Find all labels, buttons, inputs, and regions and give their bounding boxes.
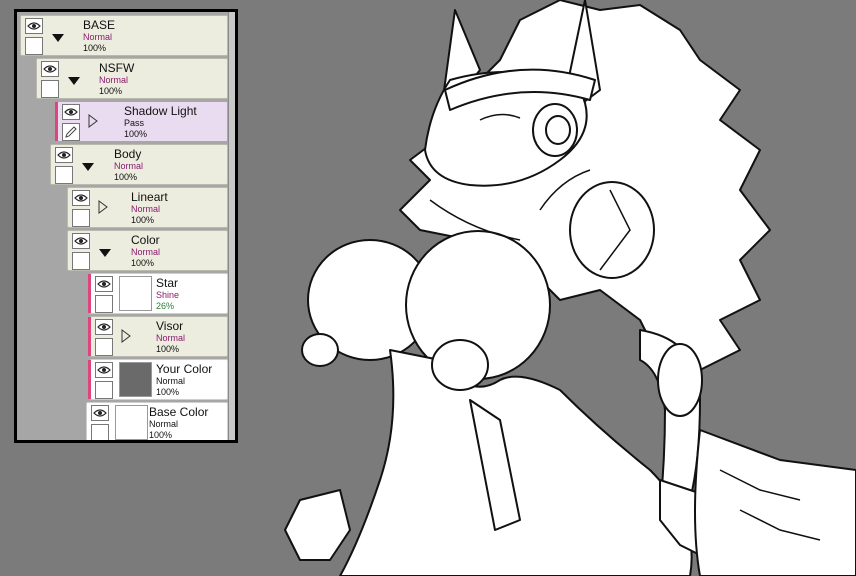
layer-name: Lineart <box>131 190 168 204</box>
triangle-down-icon[interactable] <box>51 30 65 48</box>
group-color-marker <box>88 274 91 313</box>
eye-icon[interactable] <box>72 190 90 206</box>
layer-blend-mode: Normal <box>83 32 113 42</box>
layer-opacity: 100% <box>131 258 155 268</box>
eye-icon[interactable] <box>91 405 109 421</box>
layer-blend-mode: Normal <box>149 419 179 429</box>
layer-name: Shadow Light <box>124 104 197 118</box>
eye-icon[interactable] <box>41 61 59 77</box>
layer-opacity: 100% <box>156 387 180 397</box>
layer-opacity: 100% <box>149 430 173 440</box>
eye-icon[interactable] <box>95 319 113 335</box>
layer-opacity: 100% <box>156 344 180 354</box>
triangle-right-icon[interactable] <box>121 329 131 348</box>
layer-row-2[interactable]: Shadow Light Pass 100% <box>55 101 228 142</box>
layer-name: Star <box>156 276 179 290</box>
layer-opacity: 26% <box>156 301 175 311</box>
layer-thumbnail <box>115 405 148 440</box>
torso-shape <box>339 349 693 576</box>
layer-opacity: 100% <box>114 172 138 182</box>
right-leg <box>694 429 856 576</box>
layer-opacity: 100% <box>124 129 148 139</box>
layer-name: BASE <box>83 18 116 32</box>
group-color-marker <box>88 360 91 399</box>
triangle-right-icon[interactable] <box>98 200 108 219</box>
layer-lock-box[interactable] <box>91 424 109 440</box>
layer-lock-box[interactable] <box>72 209 90 227</box>
triangle-down-icon[interactable] <box>67 73 81 91</box>
layer-blend-mode: Pass <box>124 118 145 128</box>
layer-name: Color <box>131 233 160 247</box>
layer-row-8[interactable]: Your Color Normal 100% <box>88 359 228 400</box>
layer-lock-box[interactable] <box>72 252 90 270</box>
eye-icon[interactable] <box>95 362 113 378</box>
eye-icon[interactable] <box>55 147 73 163</box>
triangle-right-icon[interactable] <box>88 114 98 133</box>
layer-thumbnail <box>119 362 152 397</box>
layer-row-0[interactable]: BASE Normal 100% <box>20 15 228 56</box>
layer-name: Base Color <box>149 405 209 419</box>
group-color-marker <box>88 317 91 356</box>
group-color-marker <box>55 102 58 141</box>
layer-blend-mode: Shine <box>156 290 180 300</box>
layer-blend-mode: Normal <box>131 204 161 214</box>
layer-lock-box[interactable] <box>95 381 113 399</box>
layer-panel: BASE Normal 100% NSFW Normal 100% Shadow Light… <box>14 9 238 443</box>
layer-row-4[interactable]: Lineart Normal 100% <box>67 187 228 228</box>
layer-lock-box[interactable] <box>95 295 113 313</box>
layer-opacity: 100% <box>99 86 123 96</box>
layer-name: Visor <box>156 319 184 333</box>
eye-icon[interactable] <box>62 104 80 120</box>
layer-row-9[interactable]: Base Color Normal 100% <box>86 402 228 440</box>
layer-thumbnail <box>119 276 152 311</box>
eye-icon[interactable] <box>95 276 113 292</box>
layer-row-3[interactable]: Body Normal 100% <box>50 144 228 185</box>
left-hand <box>284 489 351 561</box>
shoulder-piece <box>569 181 655 279</box>
layer-row-5[interactable]: Color Normal 100% <box>67 230 228 271</box>
layer-name: Body <box>114 147 142 161</box>
layer-blend-mode: Normal <box>99 75 129 85</box>
layer-row-7[interactable]: Visor Normal 100% <box>88 316 228 357</box>
layer-opacity: 100% <box>131 215 155 225</box>
layer-lock-box[interactable] <box>41 80 59 98</box>
layer-blend-mode: Normal <box>156 333 186 343</box>
layer-opacity: 100% <box>83 43 107 53</box>
layer-name: Your Color <box>156 362 213 376</box>
layer-lock-box[interactable] <box>95 338 113 356</box>
triangle-down-icon[interactable] <box>98 245 112 263</box>
pencil-icon[interactable] <box>62 123 80 141</box>
layer-blend-mode: Normal <box>114 161 144 171</box>
layer-lock-box[interactable] <box>25 37 43 55</box>
layer-lock-box[interactable] <box>55 166 73 184</box>
layer-panel-scrollbar[interactable] <box>228 12 235 440</box>
triangle-down-icon[interactable] <box>81 159 95 177</box>
layer-blend-mode: Normal <box>131 247 161 257</box>
layer-row-1[interactable]: NSFW Normal 100% <box>36 58 228 99</box>
eye-icon[interactable] <box>25 18 43 34</box>
eye-icon[interactable] <box>72 233 90 249</box>
layer-blend-mode: Normal <box>156 376 186 386</box>
layer-row-6[interactable]: Star Shine 26% <box>88 273 228 314</box>
layer-name: NSFW <box>99 61 135 75</box>
